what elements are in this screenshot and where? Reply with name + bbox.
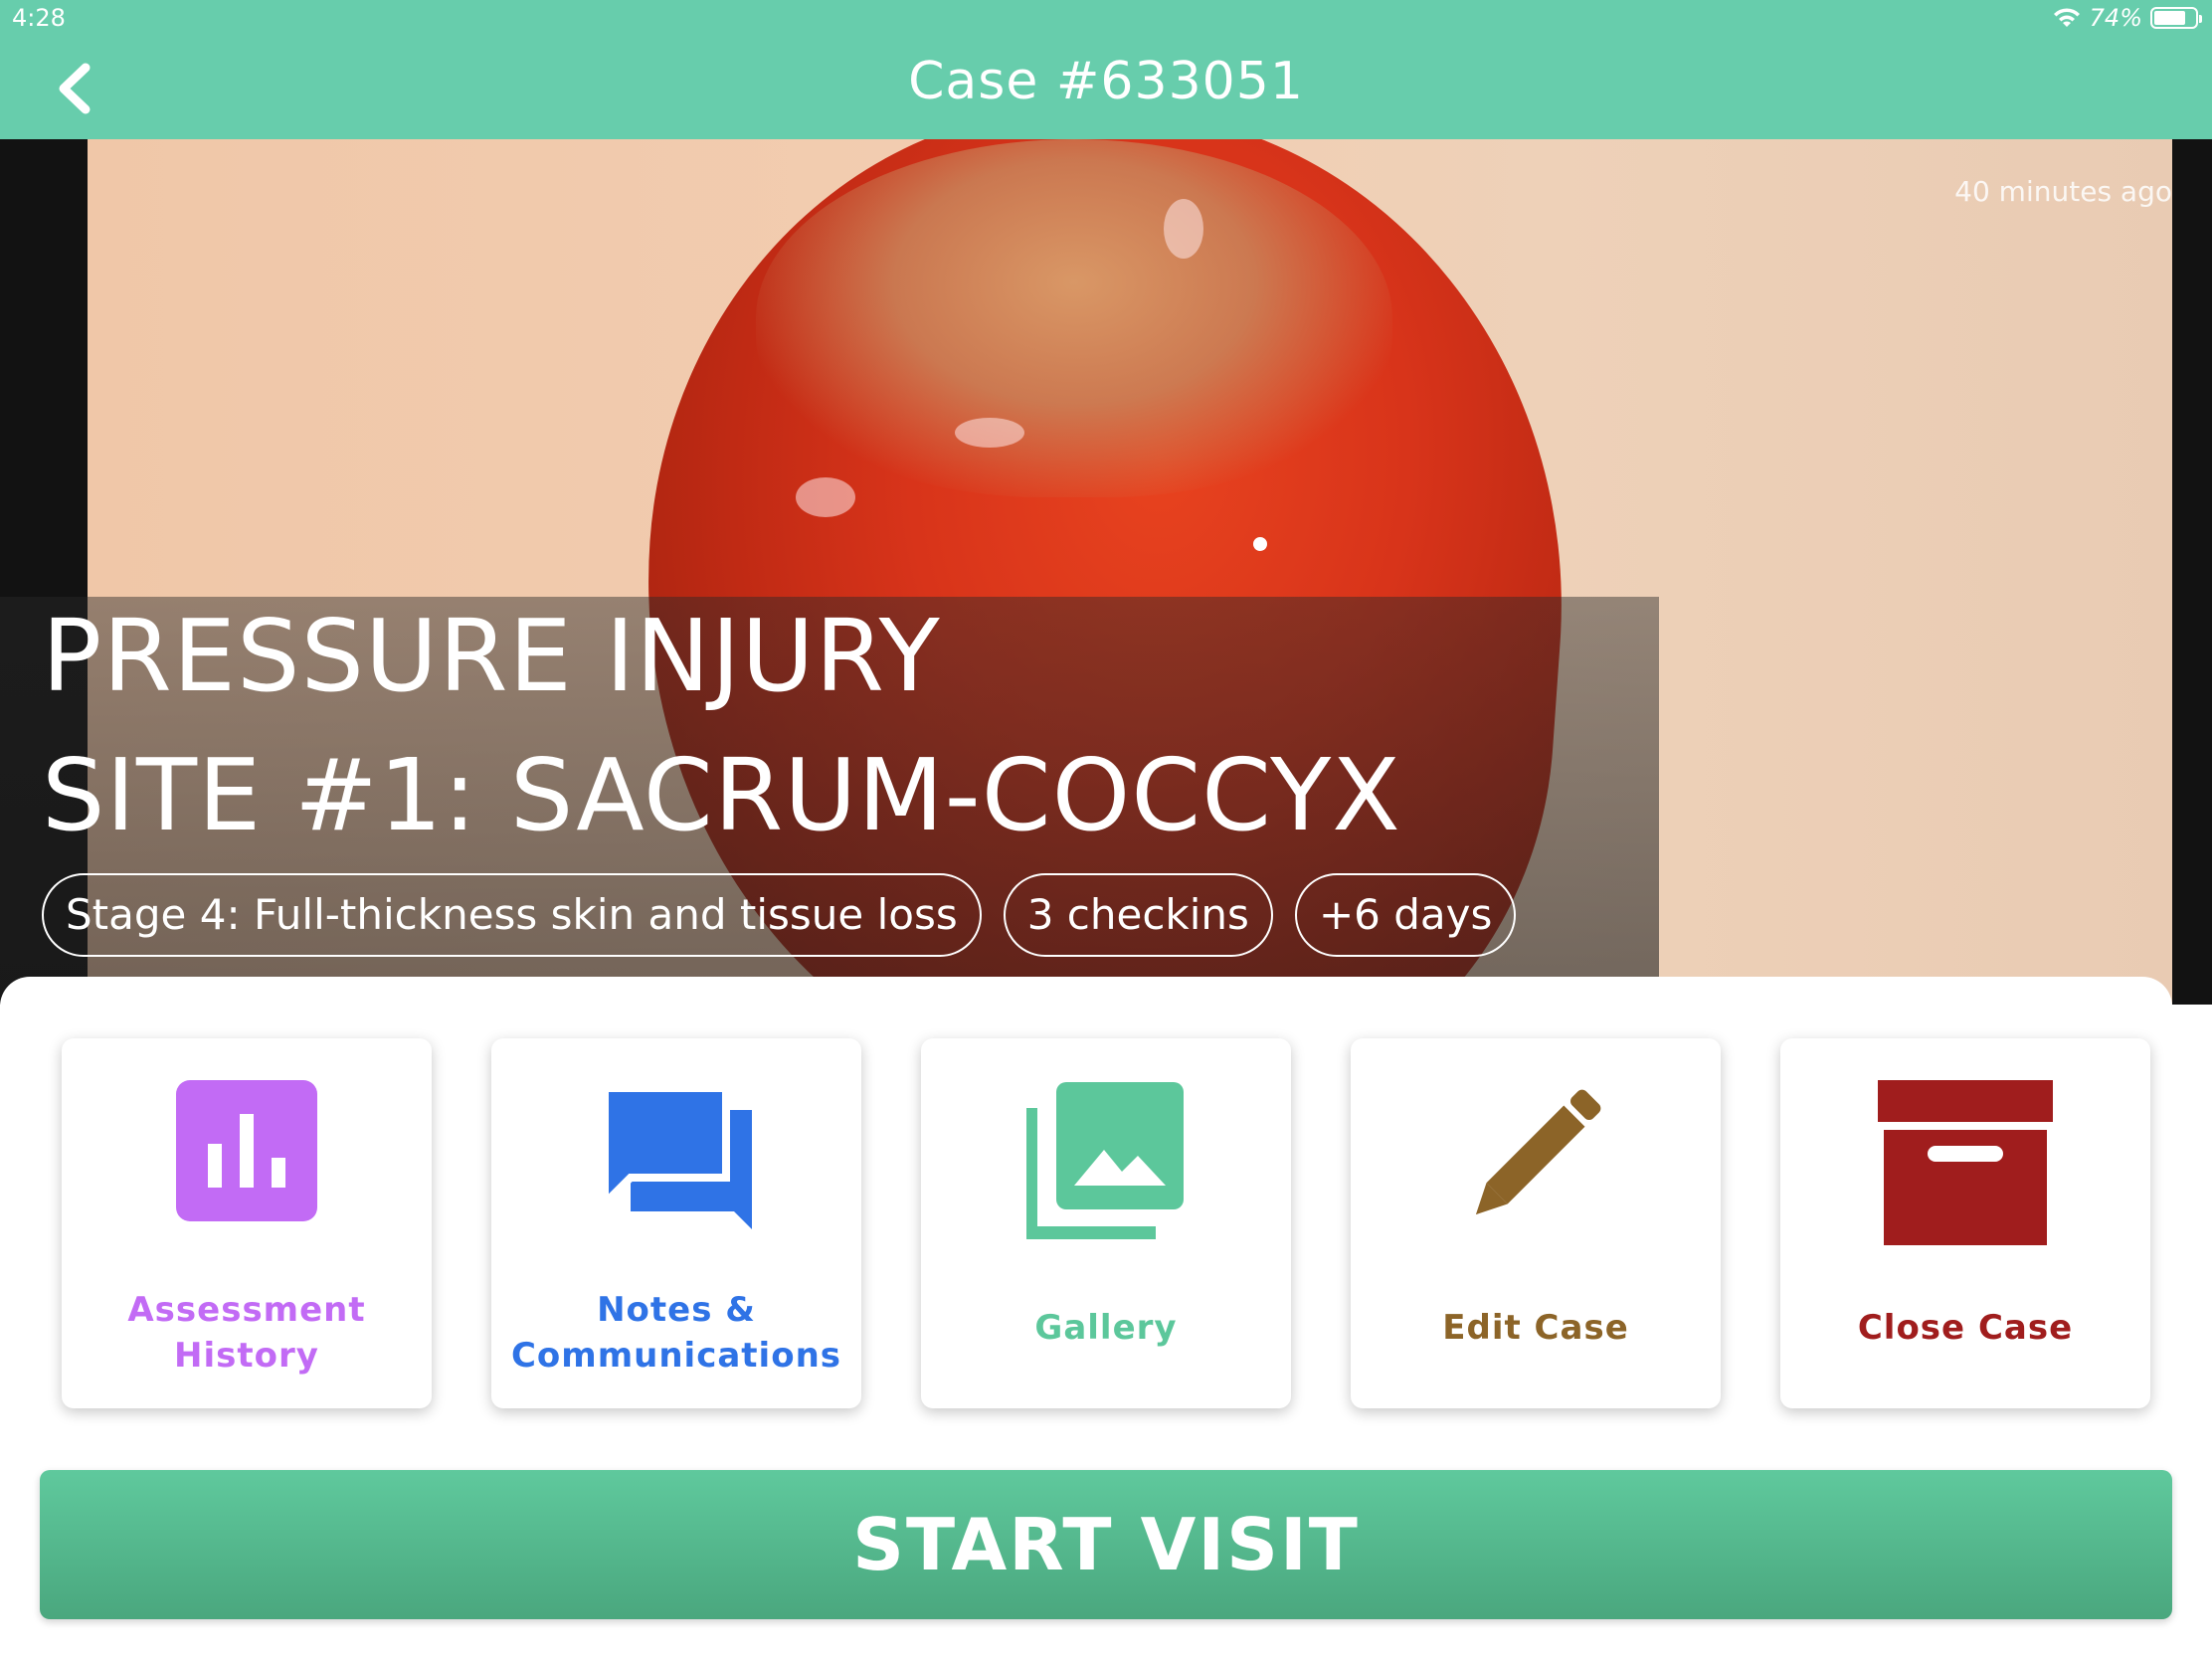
notes-communications-button[interactable]: Notes & Communications <box>491 1038 861 1408</box>
bar-chart-icon <box>176 1080 317 1221</box>
case-type-title: PRESSURE INJURY <box>42 598 941 714</box>
gallery-button[interactable]: Gallery <box>921 1038 1291 1408</box>
photo-gallery-icon <box>1026 1082 1184 1239</box>
checkins-chip: 3 checkins <box>1003 873 1273 957</box>
photo-timestamp: 40 minutes ago <box>1954 175 2172 208</box>
status-indicators: 74% <box>2052 4 2202 32</box>
battery-icon <box>2150 7 2202 29</box>
action-cards: Assessment History Notes & Communication… <box>62 1038 2150 1408</box>
close-case-label: Close Case <box>1857 1308 2074 1348</box>
assessment-history-button[interactable]: Assessment History <box>62 1038 432 1408</box>
assessment-history-label-line2: History <box>174 1336 319 1376</box>
days-chip: +6 days <box>1294 873 1517 957</box>
edit-case-button[interactable]: Edit Case <box>1351 1038 1721 1408</box>
wifi-icon <box>2053 8 2080 27</box>
navigation-bar: 4:28 74% Case #633051 <box>0 0 2212 139</box>
chat-bubbles-icon <box>601 1084 752 1229</box>
status-time: 4:28 <box>12 4 66 32</box>
pencil-icon <box>1475 1089 1601 1215</box>
case-chips: Stage 4: Full-thickness skin and tissue … <box>42 873 1517 957</box>
notes-label-line1: Notes & <box>597 1290 756 1330</box>
case-site-title: SITE #1: SACRUM-COCCYX <box>42 737 1401 853</box>
battery-percent: 74% <box>2089 4 2142 32</box>
edit-case-label: Edit Case <box>1442 1308 1629 1348</box>
gallery-label: Gallery <box>1034 1308 1178 1348</box>
close-case-button[interactable]: Close Case <box>1780 1038 2150 1408</box>
assessment-history-label-line1: Assessment <box>127 1290 366 1330</box>
archive-box-icon <box>1878 1080 2053 1245</box>
stage-chip: Stage 4: Full-thickness skin and tissue … <box>42 873 982 957</box>
notes-label-line2: Communications <box>510 1336 842 1376</box>
wound-photo[interactable]: 40 minutes ago PRESSURE INJURY SITE #1: … <box>0 139 2212 1005</box>
page-title: Case #633051 <box>908 52 1304 111</box>
start-visit-button[interactable]: START VISIT <box>40 1470 2172 1619</box>
